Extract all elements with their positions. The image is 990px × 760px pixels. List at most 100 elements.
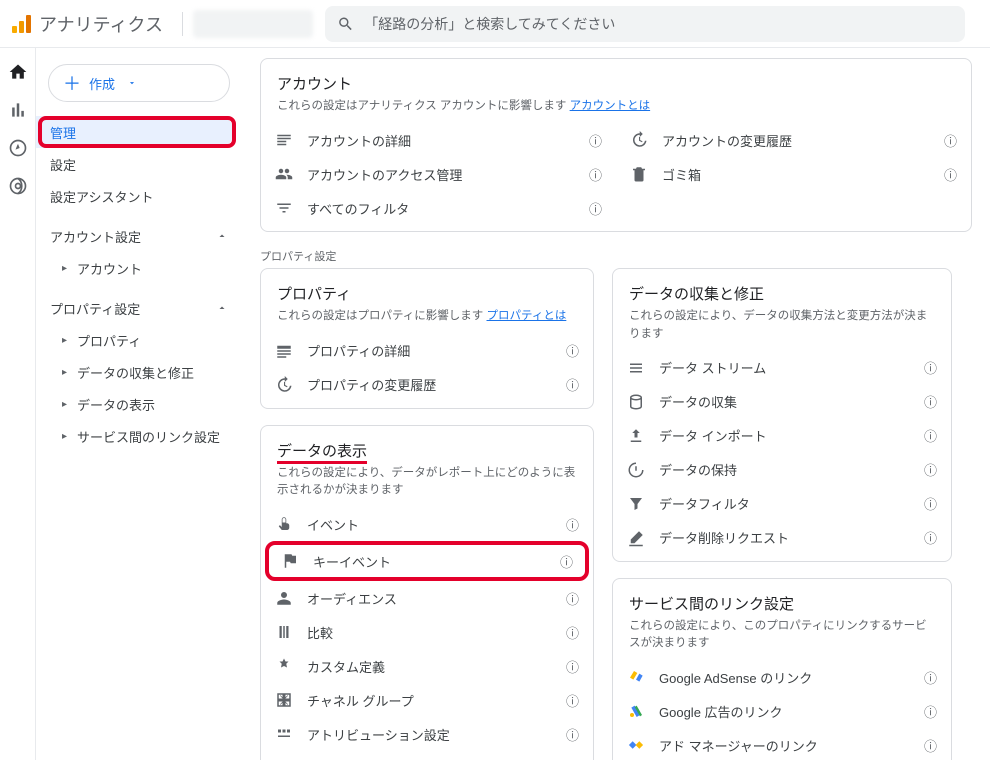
help-icon[interactable]: ⓘ [944,165,957,184]
caret-right-icon: ▸ [62,399,67,410]
row-events[interactable]: イベントⓘ [261,507,593,541]
row-data-import[interactable]: データ インポートⓘ [613,419,951,453]
row-custom-def[interactable]: カスタム定義ⓘ [261,649,593,683]
search-input[interactable] [364,16,953,32]
plus-icon: ＋ [63,70,81,96]
help-icon[interactable]: ⓘ [566,375,579,394]
history-icon [630,131,648,149]
data-display-card: データの表示 これらの設定により、データがレポート上にどのように表示されるかが決… [260,425,594,760]
help-icon[interactable]: ⓘ [924,528,937,547]
help-icon[interactable]: ⓘ [589,165,602,184]
attribution-icon [275,725,293,743]
channel-icon [275,691,293,709]
help-icon[interactable]: ⓘ [566,515,579,534]
row-all-filters[interactable]: すべてのフィルタⓘ [261,191,616,225]
admanager-icon [627,737,645,753]
row-account-details[interactable]: アカウントの詳細ⓘ [261,123,616,157]
help-icon[interactable]: ⓘ [924,460,937,479]
row-data-deletion[interactable]: データ削除リクエストⓘ [613,521,951,555]
property-learn-link[interactable]: プロパティとは [487,310,567,322]
sidebar-item-data-collection[interactable]: ▸データの収集と修正 [36,356,242,388]
help-icon[interactable]: ⓘ [566,691,579,710]
help-icon[interactable]: ⓘ [589,131,602,150]
row-property-details[interactable]: プロパティの詳細ⓘ [261,334,593,368]
row-channel-groups[interactable]: チャネル グループⓘ [261,683,593,717]
help-icon[interactable]: ⓘ [566,725,579,744]
row-report-id[interactable]: レポート IDⓘ [261,751,593,760]
row-data-filter[interactable]: データフィルタⓘ [613,487,951,521]
help-icon[interactable]: ⓘ [924,668,937,687]
sidebar-item-links[interactable]: ▸サービス間のリンク設定 [36,420,242,452]
account-card: アカウント これらの設定はアナリティクス アカウントに影響します アカウントとは… [260,58,972,232]
help-icon[interactable]: ⓘ [566,341,579,360]
row-key-events[interactable]: キーイベントⓘ [265,541,589,581]
compare-icon [275,623,293,641]
card-desc: これらの設定はアナリティクス アカウントに影響します アカウントとは [261,98,971,123]
caret-right-icon: ▸ [62,263,67,274]
data-collection-card: データの収集と修正 これらの設定により、データの収集方法と変更方法が決まります … [612,268,952,562]
flag-icon [281,552,299,570]
rail-explore-icon[interactable] [8,138,28,158]
help-icon[interactable]: ⓘ [924,426,937,445]
help-icon[interactable]: ⓘ [924,702,937,721]
help-icon[interactable]: ⓘ [560,552,573,571]
help-icon[interactable]: ⓘ [924,736,937,755]
row-data-collect[interactable]: データの収集ⓘ [613,385,951,419]
rail-reports-icon[interactable] [8,100,28,120]
help-icon[interactable]: ⓘ [924,494,937,513]
rail-home-icon[interactable] [8,62,28,82]
search-box[interactable] [325,6,965,42]
chevron-up-icon [216,302,228,314]
row-admanager-link[interactable]: アド マネージャーのリンクⓘ [613,728,951,760]
help-icon[interactable]: ⓘ [924,358,937,377]
app-title: アナリティクス [39,11,163,37]
row-account-history[interactable]: アカウントの変更履歴ⓘ [616,123,971,157]
links-card: サービス間のリンク設定 これらの設定により、このプロパティにリンクするサービスが… [612,578,952,760]
create-button[interactable]: ＋ 作成 [48,64,230,102]
row-data-retention[interactable]: データの保持ⓘ [613,453,951,487]
sidebar-item-account[interactable]: ▸アカウント [36,252,242,284]
help-icon[interactable]: ⓘ [566,623,579,642]
help-icon[interactable]: ⓘ [589,199,602,218]
sidebar-item-admin[interactable]: 管理 [36,116,234,148]
upload-icon [627,427,645,445]
help-icon[interactable]: ⓘ [924,392,937,411]
help-icon[interactable]: ⓘ [944,131,957,150]
row-account-access[interactable]: アカウントのアクセス管理ⓘ [261,157,616,191]
analytics-logo-icon [12,15,31,33]
row-property-history[interactable]: プロパティの変更履歴ⓘ [261,368,593,402]
googleads-icon [627,703,645,719]
filter-icon [627,495,645,513]
card-title: プロパティ [261,283,593,308]
sidebar-section-property[interactable]: プロパティ設定 [36,292,242,324]
sidebar-item-settings[interactable]: 設定 [36,148,242,180]
row-google-ads-link[interactable]: Google 広告のリンクⓘ [613,694,951,728]
row-data-streams[interactable]: データ ストリームⓘ [613,351,951,385]
create-label: 作成 [89,74,115,93]
row-attribution[interactable]: アトリビューション設定ⓘ [261,717,593,751]
main-content: アカウント これらの設定はアナリティクス アカウントに影響します アカウントとは… [242,48,990,760]
rail-advertising-icon[interactable] [8,176,28,196]
sidebar-item-data-display[interactable]: ▸データの表示 [36,388,242,420]
help-icon[interactable]: ⓘ [566,657,579,676]
row-trash[interactable]: ゴミ箱ⓘ [616,157,971,191]
sidebar-item-setup-assistant[interactable]: 設定アシスタント [36,180,242,212]
row-compare[interactable]: 比較ⓘ [261,615,593,649]
caret-right-icon: ▸ [62,431,67,442]
retention-icon [627,461,645,479]
property-selector-redacted[interactable] [193,10,313,38]
row-adsense-link[interactable]: Google AdSense のリンクⓘ [613,660,951,694]
row-audiences[interactable]: オーディエンスⓘ [261,581,593,615]
property-card: プロパティ これらの設定はプロパティに影響します プロパティとは プロパティの詳… [260,268,594,408]
account-learn-link[interactable]: アカウントとは [570,100,651,112]
side-panel: ＋ 作成 管理 設定 設定アシスタント アカウント設定 ▸アカウント プロパティ… [36,48,242,760]
details-icon [275,342,293,360]
sidebar-item-property[interactable]: ▸プロパティ [36,324,242,356]
help-icon[interactable]: ⓘ [566,589,579,608]
chevron-up-icon [216,230,228,242]
database-icon [627,393,645,411]
history-icon [275,376,293,394]
sidebar-section-account[interactable]: アカウント設定 [36,220,242,252]
chevron-down-icon [127,78,137,88]
card-title: データの収集と修正 [613,283,951,308]
